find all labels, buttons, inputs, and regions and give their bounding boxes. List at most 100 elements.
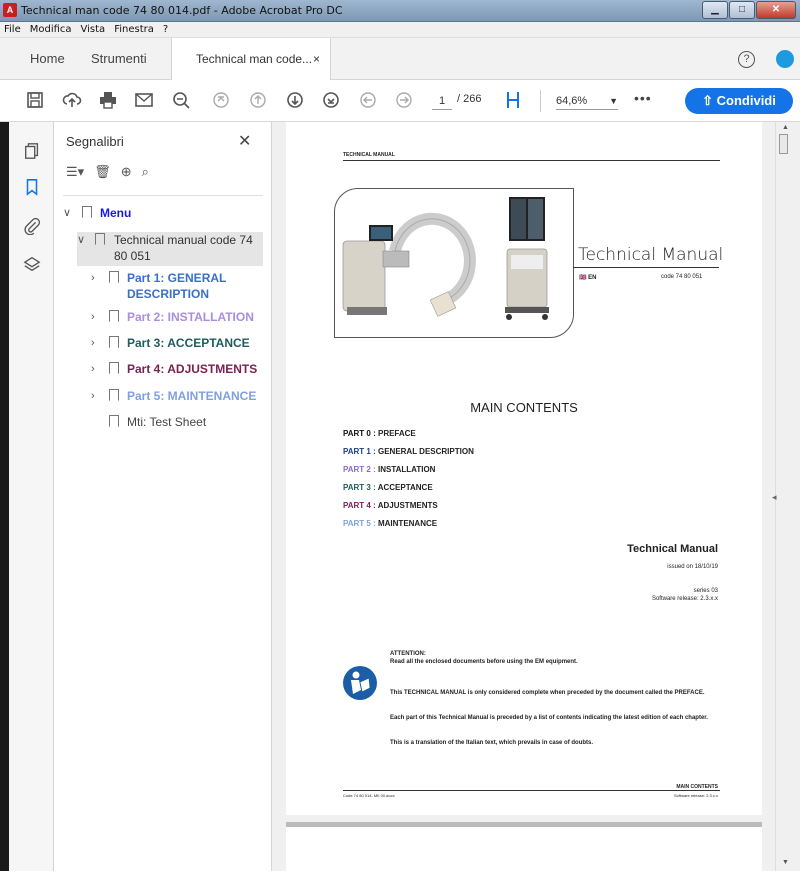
bookmark-label: Part 1: GENERAL (127, 271, 227, 285)
tab-tools[interactable]: Strumenti (91, 38, 147, 80)
part-number: PART 4 : (343, 501, 376, 510)
language-flag: 🇬🇧 EN (579, 274, 597, 281)
window-titlebar: A Technical man code 74 80 014.pdf - Ado… (0, 0, 800, 22)
pdf-page: TECHNICAL MANUAL Technical Manual 🇬🇧 EN … (286, 122, 762, 815)
chevron-right-icon[interactable]: › (91, 335, 101, 351)
close-icon[interactable]: ✕ (238, 131, 251, 151)
chevron-right-icon[interactable]: › (91, 270, 101, 286)
forward-icon[interactable] (393, 90, 415, 112)
bookmark-label: Mti: Test Sheet (127, 415, 207, 429)
attention-text-1: Read all the enclosed documents before u… (390, 659, 578, 665)
part-number: PART 0 : (343, 429, 376, 438)
attention-text-3: Each part of this Technical Manual is pr… (390, 715, 708, 721)
footer-file: Code 74 80 014- MII 00.docx (343, 793, 395, 798)
part-name: ADJUSTMENTS (377, 501, 438, 510)
uk-flag-icon: 🇬🇧 (579, 275, 587, 281)
page-thumbnails-icon[interactable] (22, 142, 42, 162)
technical-manual-label: Technical Manual (627, 543, 718, 555)
bookmark-item-part-3[interactable]: › Part 3: ACCEPTANCE (91, 335, 263, 353)
bookmarks-title: Segnalibri (66, 134, 124, 149)
toolbar-separator (540, 90, 541, 112)
scroll-up-icon[interactable]: ▲ (782, 124, 789, 131)
fit-page-icon[interactable] (502, 90, 524, 112)
bookmark-options-icon[interactable]: ☰▾ (66, 164, 84, 180)
menu-file[interactable]: File (4, 24, 21, 35)
bookmark-icon (82, 206, 92, 218)
bookmark-label: Menu (100, 206, 132, 220)
find-bookmark-icon[interactable]: ⌕ (142, 164, 149, 180)
language-label: EN (588, 275, 597, 281)
last-page-icon[interactable] (320, 90, 342, 112)
tab-document-label: Technical man code... (196, 52, 313, 66)
window-edge (0, 122, 9, 871)
menu-help[interactable]: ? (163, 24, 168, 35)
scrollbar-thumb[interactable] (779, 134, 788, 154)
page-number-input[interactable]: 1 (432, 92, 452, 110)
bookmark-icon[interactable] (22, 178, 42, 198)
new-bookmark-icon[interactable]: ⊕ (121, 164, 132, 180)
bookmark-icon (109, 271, 119, 283)
issued-date: issued on 18/10/19 (667, 564, 718, 570)
maximize-button[interactable]: □ (729, 1, 755, 19)
bookmark-icon (109, 310, 119, 322)
chevron-down-icon[interactable]: ∨ (77, 232, 87, 248)
bookmark-item-part-5[interactable]: › Part 5: MAINTENANCE (91, 388, 263, 406)
close-window-button[interactable]: ✕ (756, 1, 796, 19)
tab-document[interactable]: Technical man code... × (171, 38, 331, 81)
account-icon[interactable] (776, 50, 794, 68)
share-button[interactable]: ⇧ Condividi (685, 88, 793, 114)
bookmark-item-menu[interactable]: ∨ Menu (63, 205, 263, 223)
window-title: Technical man code 74 80 014.pdf - Adobe… (21, 4, 343, 17)
part-1-line: PART 1 : GENERAL DESCRIPTION (343, 447, 474, 456)
previous-page-icon[interactable] (247, 90, 269, 112)
chevron-right-icon[interactable]: › (91, 309, 101, 325)
chevron-down-icon[interactable]: ∨ (63, 205, 73, 221)
read-manual-icon (343, 666, 377, 700)
more-tools-icon[interactable]: ••• (634, 90, 652, 106)
part-name: ACCEPTANCE (377, 483, 433, 492)
bookmark-item-part-2[interactable]: › Part 2: INSTALLATION (91, 309, 263, 327)
mail-icon[interactable] (133, 90, 155, 112)
attachment-icon[interactable] (22, 217, 42, 237)
bookmark-label: Part 4: ADJUSTMENTS (127, 362, 258, 376)
minimize-button[interactable]: ▁ (702, 1, 728, 19)
chevron-right-icon[interactable]: › (91, 388, 101, 404)
equipment-illustration (334, 188, 574, 338)
first-page-icon[interactable] (210, 90, 232, 112)
upload-cloud-icon[interactable] (61, 90, 83, 112)
document-viewer[interactable]: TECHNICAL MANUAL Technical Manual 🇬🇧 EN … (272, 122, 775, 882)
bookmark-icon (109, 389, 119, 401)
part-5-line: PART 5 : MAINTENANCE (343, 519, 437, 528)
menu-vista[interactable]: Vista (81, 24, 106, 35)
bookmark-item-part-1[interactable]: › Part 1: GENERAL DESCRIPTION (91, 270, 263, 304)
vertical-scrollbar[interactable]: ▲ ◂ ▼ (772, 122, 800, 871)
tab-home[interactable]: Home (30, 38, 65, 80)
delete-icon[interactable]: 🗑 (94, 164, 111, 180)
chevron-right-icon[interactable]: › (91, 361, 101, 377)
menu-finestra[interactable]: Finestra (114, 24, 154, 35)
attention-text-4: This is a translation of the Italian tex… (390, 740, 594, 746)
menu-bar: File Modifica Vista Finestra ? (0, 22, 800, 38)
zoom-select[interactable]: 64,6% ▼ (556, 92, 618, 110)
zoom-out-icon[interactable] (170, 90, 192, 112)
save-icon[interactable] (24, 90, 46, 112)
software-release: Software release: 2.3.x.x (651, 596, 718, 602)
bookmark-item-part-4[interactable]: › Part 4: ADJUSTMENTS (91, 361, 263, 379)
help-icon[interactable]: ? (738, 51, 755, 68)
technical-manual-title: Technical Manual (578, 245, 724, 265)
left-rail (0, 122, 54, 871)
scroll-down-icon[interactable]: ▼ (782, 859, 789, 866)
expand-panel-icon[interactable]: ◂ (772, 492, 777, 503)
zoom-value: 64,6% (556, 95, 588, 107)
page-total: / 266 (457, 93, 482, 105)
attention-text-2: This TECHNICAL MANUAL is only considered… (390, 690, 705, 696)
tab-close-icon[interactable]: × (313, 38, 320, 80)
bookmark-item-test-sheet[interactable]: Mti: Test Sheet (91, 414, 263, 432)
bookmark-item-technical-manual[interactable]: ∨ Technical manual code 74 80 051 (77, 232, 263, 266)
toolbar: 1 / 266 64,6% ▼ ••• ⇧ Condividi (0, 80, 800, 122)
print-icon[interactable] (97, 90, 119, 112)
back-icon[interactable] (357, 90, 379, 112)
next-page-icon[interactable] (284, 90, 306, 112)
layers-icon[interactable] (22, 255, 42, 275)
menu-modifica[interactable]: Modifica (30, 24, 72, 35)
